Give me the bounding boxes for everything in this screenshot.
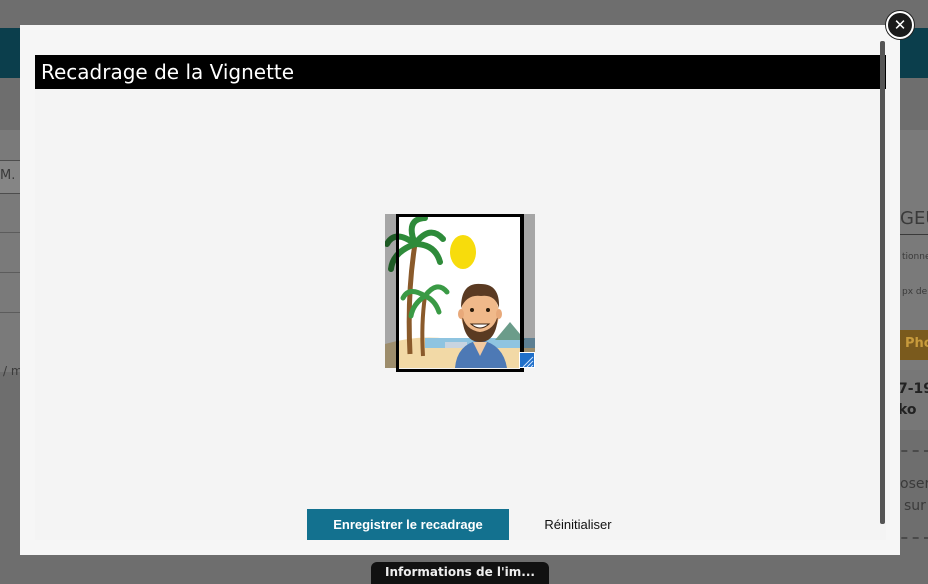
background-divider xyxy=(0,272,20,273)
background-text: sur xyxy=(904,498,926,514)
background-text: oser xyxy=(900,476,928,492)
crop-mask-left xyxy=(385,214,396,368)
background-photo-label: Pho xyxy=(905,336,928,351)
close-icon[interactable]: ✕ xyxy=(886,11,914,39)
background-bottom-tab: Informations de l'im... xyxy=(371,562,549,584)
background-divider xyxy=(900,234,928,235)
background-divider xyxy=(0,232,20,233)
crop-mask-right xyxy=(524,214,535,368)
background-name: ko xyxy=(898,402,917,418)
background-divider xyxy=(0,312,20,313)
background-small-text: tionne xyxy=(902,252,928,262)
crop-resize-handle-icon[interactable] xyxy=(519,352,535,368)
modal-scrollbar[interactable] xyxy=(880,41,885,524)
background-heading: GEU xyxy=(900,208,928,229)
crop-selection-frame[interactable] xyxy=(396,214,524,372)
background-small-text: px de xyxy=(902,287,928,297)
background-input-text: M. xyxy=(0,168,16,183)
modal-title: Recadrage de la Vignette xyxy=(35,55,886,89)
background-date: 7-19 xyxy=(898,381,928,397)
reset-button[interactable]: Réinitialiser xyxy=(530,509,626,540)
save-crop-button[interactable]: Enregistrer le recadrage xyxy=(307,509,509,540)
resize-grip-icon xyxy=(522,356,534,368)
